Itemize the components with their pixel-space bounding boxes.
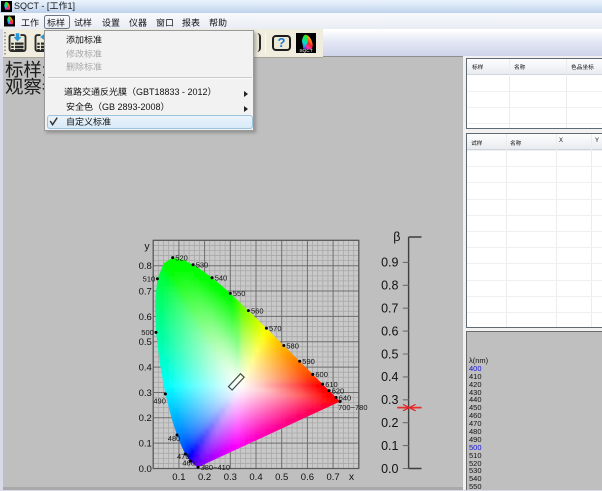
svg-text:SQCT - [: SQCT - [ [14,1,50,11]
svg-text:0.7: 0.7 [139,286,152,297]
svg-text:700~780: 700~780 [338,403,367,412]
svg-text:0.3: 0.3 [224,472,237,483]
svg-text:y: y [144,241,150,253]
svg-text:510: 510 [143,274,156,283]
svg-text:GB 2893-2008: GB 2893-2008 [102,101,161,111]
svg-text:0.1: 0.1 [381,439,398,453]
svg-text:550: 550 [233,289,246,298]
svg-text:0.7: 0.7 [381,302,398,316]
svg-text:0.2: 0.2 [139,413,152,424]
svg-text:0.9: 0.9 [381,256,398,270]
svg-text:0.0: 0.0 [139,464,152,475]
svg-text:0.0: 0.0 [381,462,398,476]
svg-text:580: 580 [286,341,299,350]
svg-text:500: 500 [141,328,154,337]
svg-text:0.6: 0.6 [139,312,152,323]
svg-text:0.6: 0.6 [381,324,398,338]
svg-text:460: 460 [182,458,195,467]
svg-text:1]: 1] [68,1,76,11]
svg-text:x: x [349,471,355,483]
svg-text:0.2: 0.2 [198,472,211,483]
svg-text:560: 560 [251,306,264,315]
svg-text:570: 570 [269,324,282,333]
svg-text:0.6: 0.6 [301,472,314,483]
svg-text:480: 480 [168,434,181,443]
svg-text:0.2: 0.2 [381,416,398,430]
svg-text:GBT18833 - 2012: GBT18833 - 2012 [136,86,208,96]
svg-text:590: 590 [302,357,315,366]
svg-text:0.7: 0.7 [326,472,339,483]
svg-text:0.5: 0.5 [275,472,288,483]
svg-text:β: β [393,230,400,244]
svg-text:0.3: 0.3 [381,393,398,407]
svg-text:640: 640 [339,393,352,402]
svg-text:520: 520 [175,253,188,262]
svg-text:0.4: 0.4 [139,363,152,374]
svg-text:600: 600 [315,370,328,379]
svg-text:0.8: 0.8 [381,279,398,293]
svg-text:530: 530 [196,261,209,270]
svg-text:0.5: 0.5 [139,337,152,348]
svg-text:0.4: 0.4 [381,370,398,384]
svg-text:0.1: 0.1 [172,472,185,483]
svg-text:0.4: 0.4 [249,472,262,483]
svg-text:0.1: 0.1 [139,439,152,450]
svg-text:490: 490 [153,396,166,405]
svg-text:0.8: 0.8 [139,261,152,272]
svg-text:540: 540 [215,274,228,283]
svg-text:0.3: 0.3 [139,388,152,399]
svg-text:0.5: 0.5 [381,347,398,361]
